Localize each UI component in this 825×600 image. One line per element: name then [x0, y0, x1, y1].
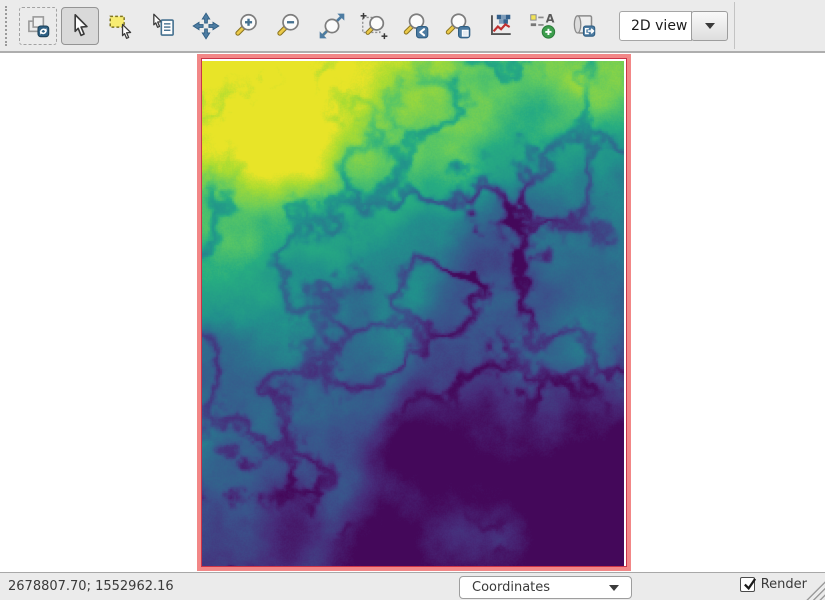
region-extent-border-inner [201, 58, 627, 567]
save-display-button[interactable] [565, 7, 603, 45]
pointer-button[interactable] [61, 7, 99, 45]
statusbar-mode-select[interactable]: Coordinates [459, 576, 632, 599]
pointer-icon [65, 11, 95, 41]
zoom-previous-icon [401, 11, 431, 41]
render-display-button[interactable] [19, 7, 57, 45]
toolbar: A 2D view [0, 0, 825, 53]
render-toggle[interactable]: Render [740, 577, 807, 592]
analyze-map-icon [485, 11, 515, 41]
query-icon [149, 11, 179, 41]
statusbar: 2678807.70; 1552962.16 Coordinates Rende… [0, 572, 825, 600]
check-icon [742, 576, 758, 592]
zoom-options-button[interactable] [439, 7, 477, 45]
zoom-out-button[interactable] [271, 7, 309, 45]
statusbar-mode-text: Coordinates [472, 580, 550, 595]
chevron-down-icon [609, 585, 619, 591]
zoom-region-icon [359, 11, 389, 41]
pan-button[interactable] [187, 7, 225, 45]
zoom-extent-icon [317, 11, 347, 41]
zoom-to-extent-button[interactable] [313, 7, 351, 45]
map-canvas[interactable] [0, 53, 825, 572]
re-render-icon [23, 11, 53, 41]
region-extent-border [197, 54, 631, 571]
query-button[interactable] [145, 7, 183, 45]
resize-grip[interactable] [805, 578, 825, 600]
zoom-in-icon [233, 11, 263, 41]
view-mode-text: 2D view [631, 18, 687, 34]
chevron-down-icon [705, 23, 715, 29]
select-features-icon [107, 11, 137, 41]
select-features-button[interactable] [103, 7, 141, 45]
zoom-previous-button[interactable] [397, 7, 435, 45]
svg-text:A: A [546, 12, 555, 25]
analyze-map-button[interactable] [481, 7, 519, 45]
add-overlay-icon: A [527, 11, 557, 41]
zoom-out-icon [275, 11, 305, 41]
view-mode-select[interactable]: 2D view [619, 11, 728, 41]
zoom-in-button[interactable] [229, 7, 267, 45]
toolbar-separator [734, 2, 735, 49]
zoom-options-icon [443, 11, 473, 41]
elevation-raster [202, 61, 624, 566]
pan-icon [191, 11, 221, 41]
render-checkbox[interactable] [740, 577, 755, 592]
coordinate-readout: 2678807.70; 1552962.16 [8, 579, 174, 594]
map-display-window: A 2D view [0, 0, 825, 600]
add-map-elements-button[interactable]: A [523, 7, 561, 45]
view-mode-value: 2D view [619, 11, 692, 41]
zoom-to-region-button[interactable] [355, 7, 393, 45]
save-display-icon [569, 11, 599, 41]
render-label: Render [761, 577, 807, 592]
view-mode-dropdown-button[interactable] [691, 11, 728, 41]
toolbar-drag-handle[interactable] [5, 6, 10, 46]
